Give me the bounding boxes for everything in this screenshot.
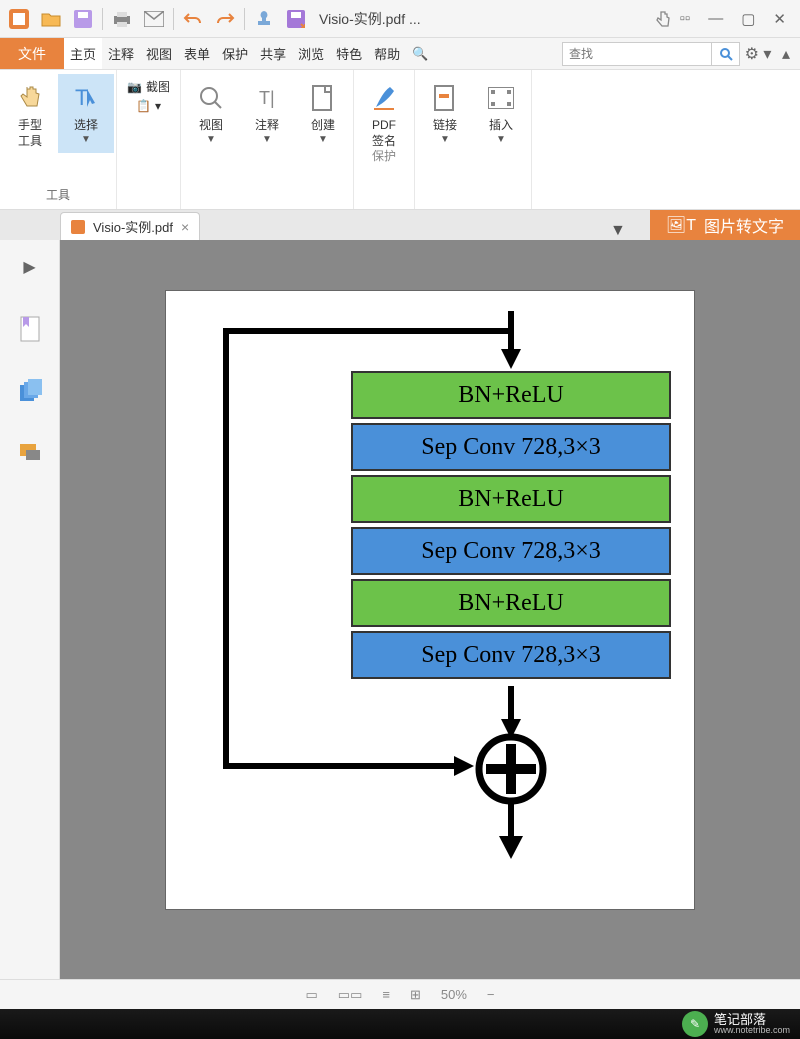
diagram-block-sepconv-3: Sep Conv 728,3×3 (351, 631, 671, 679)
maximize-icon[interactable]: ▢ (741, 10, 755, 28)
touch-mode-icon[interactable] (648, 4, 678, 34)
bookmark-panel-icon[interactable] (15, 314, 45, 344)
workspace: ▶ BN+ReLU Sep (0, 240, 800, 999)
document-tab-label: Visio-实例.pdf (93, 217, 173, 236)
text-select-icon: T (66, 78, 106, 118)
redo-icon[interactable] (210, 4, 240, 34)
svg-text:T: T (75, 85, 88, 110)
select-tool-button[interactable]: T 选择 ▼ (58, 74, 114, 153)
annotate-button[interactable]: T| 注释 ▼ (239, 74, 295, 149)
ocr-button[interactable]: 🖼T 图片转文字 (650, 210, 800, 240)
view-mode-1-icon[interactable]: ▭ (306, 987, 318, 1003)
tab-form[interactable]: 表单 (178, 38, 216, 69)
diagram-block-bn-relu-2: BN+ReLU (351, 475, 671, 523)
diagram-block-sepconv-2: Sep Conv 728,3×3 (351, 527, 671, 575)
link-button[interactable]: 链接 ▼ (417, 74, 473, 149)
link-icon (425, 78, 465, 118)
view-button[interactable]: 视图 ▼ (183, 74, 239, 149)
file-tab[interactable]: 文件 (0, 38, 64, 69)
menu-tabs: 文件 主页 注释 视图 表单 保护 共享 浏览 特色 帮助 🔍 ⚙ ▾ ▴ (0, 38, 800, 70)
create-button[interactable]: 创建 ▼ (295, 74, 351, 149)
layout-icon[interactable]: ▫▫ (680, 10, 691, 28)
pdf-sign-button[interactable]: PDF 签名 保护 (356, 74, 412, 169)
window-title: Visio-实例.pdf ... (313, 9, 646, 29)
tab-protect[interactable]: 保护 (216, 38, 254, 69)
comments-panel-icon[interactable] (15, 438, 45, 468)
insert-button[interactable]: 插入 ▼ (473, 74, 529, 149)
email-icon[interactable] (139, 4, 169, 34)
search-button[interactable] (712, 42, 740, 66)
view-mode-2-icon[interactable]: ▭▭ (338, 987, 363, 1003)
save-icon[interactable] (68, 4, 98, 34)
zoom-level: 50% (441, 987, 467, 1002)
film-icon (481, 78, 521, 118)
titlebar: Visio-实例.pdf ... ▫▫ — ▢ ✕ (0, 0, 800, 38)
document-tabs: Visio-实例.pdf × ▼ 🖼T 图片转文字 (0, 210, 800, 240)
pdf-page: BN+ReLU Sep Conv 728,3×3 BN+ReLU Sep Con… (165, 290, 695, 910)
app-icon (4, 4, 34, 34)
view-mode-3-icon[interactable]: ≡ (382, 987, 390, 1002)
search-input[interactable] (562, 42, 712, 66)
chevron-down-icon: ▼ (81, 134, 91, 145)
tools-group-label: 工具 (46, 186, 70, 205)
text-tool-icon: T| (247, 78, 287, 118)
view-mode-4-icon[interactable]: ⊞ (410, 987, 421, 1003)
tab-share[interactable]: 共享 (254, 38, 292, 69)
pdf-file-icon (71, 220, 85, 234)
diagram-block-bn-relu-1: BN+ReLU (351, 371, 671, 419)
canvas[interactable]: BN+ReLU Sep Conv 728,3×3 BN+ReLU Sep Con… (60, 240, 800, 999)
capture-group: 📷截图 📋▾ (117, 70, 181, 209)
clipboard-icon: 📋 (136, 99, 151, 113)
camera-icon: 📷 (127, 80, 142, 94)
settings-icon[interactable]: ⚙ ▾ (744, 38, 772, 69)
minimize-icon[interactable]: — (708, 10, 723, 28)
find-icon[interactable]: 🔍 (406, 38, 434, 69)
save-as-icon[interactable] (281, 4, 311, 34)
close-tab-icon[interactable]: × (181, 219, 189, 235)
hand-icon (10, 78, 50, 118)
screenshot-button[interactable]: 📷截图 (123, 76, 174, 97)
zoom-out-icon[interactable]: − (487, 987, 495, 1002)
watermark: ✎ 笔记部落 www.notetribe.com (682, 1011, 790, 1037)
tab-feature[interactable]: 特色 (330, 38, 368, 69)
tab-browse[interactable]: 浏览 (292, 38, 330, 69)
print-icon[interactable] (107, 4, 137, 34)
hand-tool-button[interactable]: 手型 工具 (2, 74, 58, 153)
tab-help[interactable]: 帮助 (368, 38, 406, 69)
diagram-block-sepconv-1: Sep Conv 728,3×3 (351, 423, 671, 471)
page-icon (303, 78, 343, 118)
svg-text:T|: T| (259, 88, 275, 108)
taskbar: ✎ 笔记部落 www.notetribe.com (0, 1009, 800, 1039)
status-bar: ▭ ▭▭ ≡ ⊞ 50% − (0, 979, 800, 1009)
ocr-icon: 🖼T (666, 215, 696, 235)
tab-home[interactable]: 主页 (64, 38, 102, 69)
tab-dropdown[interactable]: ▼ (590, 222, 646, 240)
close-icon[interactable]: ✕ (773, 10, 786, 28)
signature-icon (364, 78, 404, 118)
side-panel: ▶ (0, 240, 60, 999)
expand-panel-icon[interactable]: ▶ (15, 252, 45, 282)
open-icon[interactable] (36, 4, 66, 34)
tab-view[interactable]: 视图 (140, 38, 178, 69)
tab-annotate[interactable]: 注释 (102, 38, 140, 69)
magnify-icon (191, 78, 231, 118)
ribbon: 手型 工具 T 选择 ▼ 工具 📷截图 📋▾ 视图 ▼ T| 注释 ▼ (0, 70, 800, 210)
stamp-icon[interactable] (249, 4, 279, 34)
diagram-block-bn-relu-3: BN+ReLU (351, 579, 671, 627)
document-tab[interactable]: Visio-实例.pdf × (60, 212, 200, 240)
watermark-icon: ✎ (682, 1011, 708, 1037)
pages-panel-icon[interactable] (15, 376, 45, 406)
collapse-ribbon-icon[interactable]: ▴ (772, 38, 800, 69)
clipboard-button[interactable]: 📋▾ (132, 97, 165, 115)
undo-icon[interactable] (178, 4, 208, 34)
